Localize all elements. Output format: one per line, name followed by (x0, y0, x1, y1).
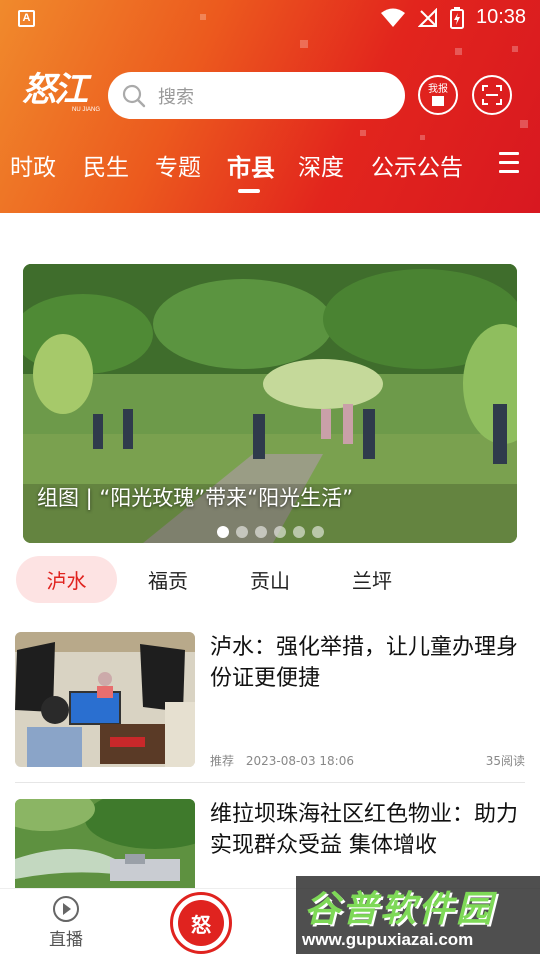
status-icons: 10:38 (380, 6, 526, 29)
play-icon (53, 896, 79, 922)
county-tab-fugong[interactable]: 福贡 (128, 556, 208, 603)
decor-square (300, 40, 308, 48)
decor-square (360, 130, 366, 136)
nav-active-indicator (238, 189, 260, 193)
scan-button[interactable] (472, 75, 512, 115)
tab-live-label: 直播 (49, 930, 83, 950)
tab-live[interactable]: 直播 (26, 895, 106, 950)
watermark-url: www.gupuxiazai.com (302, 930, 474, 949)
decor-square (420, 135, 425, 140)
menu-icon[interactable] (499, 152, 519, 176)
nav-tab-shizheng[interactable]: 时政 (10, 148, 56, 182)
county-tab-lushui[interactable]: 泸水 (16, 556, 117, 603)
status-bar: A 10:38 (0, 0, 540, 38)
nav-tab-shendu[interactable]: 深度 (298, 148, 344, 182)
decor-square (520, 120, 528, 128)
news-tag: 推荐 (210, 754, 235, 768)
wifi-icon (381, 8, 405, 27)
watermark: 谷普软件园 www.gupuxiazai.com (296, 876, 540, 954)
nav-tab-gongshi[interactable]: 公示公告 (371, 148, 463, 182)
battery-icon (450, 6, 464, 29)
news-meta: 推荐 2023-08-03 18:06 (210, 752, 354, 769)
banner-caption: 组图 | “阳光玫瑰”带来“阳光生活” (37, 486, 353, 510)
carousel-dot[interactable] (217, 526, 229, 538)
search-icon (122, 84, 146, 107)
logo-text: 怒江 (22, 70, 88, 110)
nav-tab-minsheng[interactable]: 民生 (83, 148, 129, 182)
report-button[interactable]: 我报 (418, 75, 458, 115)
decor-square (455, 48, 462, 55)
scan-icon (482, 85, 502, 105)
featured-banner[interactable]: 组图 | “阳光玫瑰”带来“阳光生活” (23, 264, 517, 543)
home-logo-button[interactable]: 怒 (170, 892, 232, 954)
news-title: 维拉坝珠海社区红色物业：助力实现群众受益 集体增收 (210, 802, 519, 858)
search-placeholder: 搜索 (158, 86, 194, 108)
home-logo-icon: 怒 (178, 900, 224, 946)
news-thumbnail-image (15, 799, 195, 888)
news-thumbnail (15, 799, 195, 888)
carousel-dot[interactable] (274, 526, 286, 538)
watermark-text: 谷普软件园 (304, 889, 495, 930)
category-nav: 时政 民生 专题 市县 深度 公示公告 (0, 148, 540, 198)
carousel-dots (217, 526, 324, 538)
decor-square (512, 46, 518, 52)
app-notification-icon: A (18, 10, 35, 27)
no-signal-icon (418, 7, 437, 27)
clock: 10:38 (476, 6, 527, 28)
logo-subtext: NU JIANG (72, 107, 101, 113)
carousel-dot[interactable] (236, 526, 248, 538)
nav-tab-zhuanti[interactable]: 专题 (155, 148, 201, 182)
news-item[interactable]: 泸水：强化举措，让儿童办理身份证更便捷 推荐 2023-08-03 18:06 … (15, 632, 525, 772)
news-thumbnail-image (15, 632, 195, 767)
county-tab-lanping[interactable]: 兰坪 (332, 556, 412, 603)
news-thumbnail (15, 632, 195, 767)
carousel-dot[interactable] (255, 526, 267, 538)
news-datetime: 2023-08-03 18:06 (245, 754, 354, 768)
app-header: A 10:38 怒江 NU JIANG 搜索 我报 时政 民生 专题 市县 深度… (0, 0, 540, 213)
document-icon (432, 95, 444, 106)
report-label: 我报 (428, 83, 448, 95)
news-title: 泸水：强化举措，让儿童办理身份证更便捷 (210, 635, 519, 691)
news-item[interactable]: 维拉坝珠海社区红色物业：助力实现群众受益 集体增收 (15, 799, 525, 888)
news-read-count: 35阅读 (485, 754, 525, 768)
carousel-dot[interactable] (293, 526, 305, 538)
county-tab-gongshan[interactable]: 贡山 (230, 556, 310, 603)
nav-tab-shixian[interactable]: 市县 (227, 148, 275, 183)
search-input[interactable]: 搜索 (108, 72, 405, 119)
carousel-dot[interactable] (312, 526, 324, 538)
app-logo[interactable]: 怒江 NU JIANG (22, 73, 100, 117)
divider (15, 782, 525, 783)
